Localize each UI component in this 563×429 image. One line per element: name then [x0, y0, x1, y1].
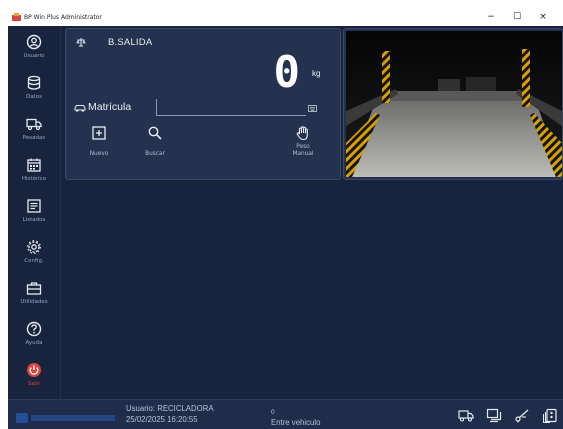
status-bar: Usuario: RECICLADORA 25/02/2025 16:20:55…: [8, 399, 563, 429]
manual-weight-label-line1: Peso: [296, 144, 310, 150]
scale-icon: [76, 37, 86, 47]
calendar-icon: [26, 157, 42, 173]
status-icons: [458, 408, 563, 423]
sidebar-item-label: Salir: [27, 381, 41, 387]
window-controls: − ☐ ×: [478, 8, 556, 26]
search-icon: [147, 125, 163, 141]
brand-mark-icon: [16, 413, 28, 423]
window-title: BP Win Plus Administrator: [24, 13, 102, 21]
car-icon: [74, 103, 86, 113]
camera-feed: [346, 31, 562, 177]
app-window: BP Win Plus Administrator − ☐ × Usuario …: [0, 0, 563, 429]
minimize-button[interactable]: −: [478, 8, 504, 26]
camera-panel: [343, 28, 563, 180]
manual-weight-button[interactable]: Peso Manual: [288, 125, 318, 165]
search-button[interactable]: Buscar: [140, 125, 170, 165]
search-button-label: Buscar: [145, 151, 165, 157]
user-circle-icon: [26, 34, 42, 50]
title-bar[interactable]: BP Win Plus Administrator − ☐ ×: [8, 8, 558, 26]
barrier-icon[interactable]: [514, 408, 530, 423]
new-button[interactable]: Nuevo: [84, 125, 114, 165]
power-icon: [26, 362, 42, 378]
sidebar-item-salir[interactable]: Salir: [8, 358, 60, 398]
truck-icon: [26, 116, 42, 132]
sidebar-item-label: Datos: [26, 94, 42, 100]
app-logo-icon: [12, 12, 21, 22]
sidebar: Usuario Datos Pesadas Histórico Listados…: [8, 26, 60, 399]
database-icon: [26, 75, 42, 91]
sidebar-item-label: Usuario: [23, 53, 45, 59]
status-user: Usuario: RECICLADORA: [126, 404, 214, 413]
weight-unit: kg: [312, 69, 321, 78]
sidebar-item-pesadas[interactable]: Pesadas: [8, 112, 60, 152]
hand-icon: [295, 125, 311, 141]
scale-name: B.SALIDA: [108, 37, 153, 48]
manual-weight-label-line2: Manual: [292, 151, 314, 157]
sidebar-divider: [60, 26, 61, 399]
plate-input[interactable]: [156, 99, 306, 116]
help-icon: [26, 321, 42, 337]
maximize-button[interactable]: ☐: [504, 8, 530, 26]
gear-icon: [26, 239, 42, 255]
weight-display: 0: [273, 47, 301, 98]
traffic-light-icon[interactable]: [542, 408, 558, 423]
manual-weight-label: Peso Manual: [292, 144, 313, 158]
sidebar-item-label: Histórico: [21, 176, 47, 182]
sidebar-item-label: Config.: [24, 258, 44, 264]
app-body: Usuario Datos Pesadas Histórico Listados…: [8, 26, 563, 429]
sidebar-item-listados[interactable]: Listados: [8, 194, 60, 234]
truck-status-icon[interactable]: [458, 408, 474, 423]
display-icon[interactable]: [486, 408, 502, 423]
sidebar-item-ayuda[interactable]: Ayuda: [8, 317, 60, 357]
keyboard-icon[interactable]: [308, 105, 317, 112]
sidebar-item-usuario[interactable]: Usuario: [8, 30, 60, 70]
close-button[interactable]: ×: [530, 8, 556, 26]
sidebar-item-datos[interactable]: Datos: [8, 71, 60, 111]
brand-logo: [16, 412, 120, 424]
brand-wordmark: [31, 415, 115, 421]
sidebar-item-historico[interactable]: Histórico: [8, 153, 60, 193]
add-square-icon: [91, 125, 107, 141]
sidebar-item-label: Listados: [22, 217, 46, 223]
sidebar-item-label: Ayuda: [25, 340, 43, 346]
status-message: Entre vehiculo: [271, 418, 321, 427]
toolbox-icon: [26, 280, 42, 296]
sidebar-item-utilidades[interactable]: Utilidades: [8, 276, 60, 316]
sidebar-item-label: Utilidades: [20, 299, 48, 305]
new-button-label: Nuevo: [89, 151, 109, 157]
plate-label: Matrícula: [88, 101, 132, 113]
status-datetime: 25/02/2025 16:20:55: [126, 415, 198, 424]
list-icon: [26, 198, 42, 214]
sidebar-item-label: Pesadas: [22, 135, 46, 141]
status-count: 0: [271, 409, 275, 416]
weighing-panel: B.SALIDA 0 kg Matrícula Nuevo Buscar Pes…: [65, 28, 341, 180]
sidebar-item-config[interactable]: Config.: [8, 235, 60, 275]
